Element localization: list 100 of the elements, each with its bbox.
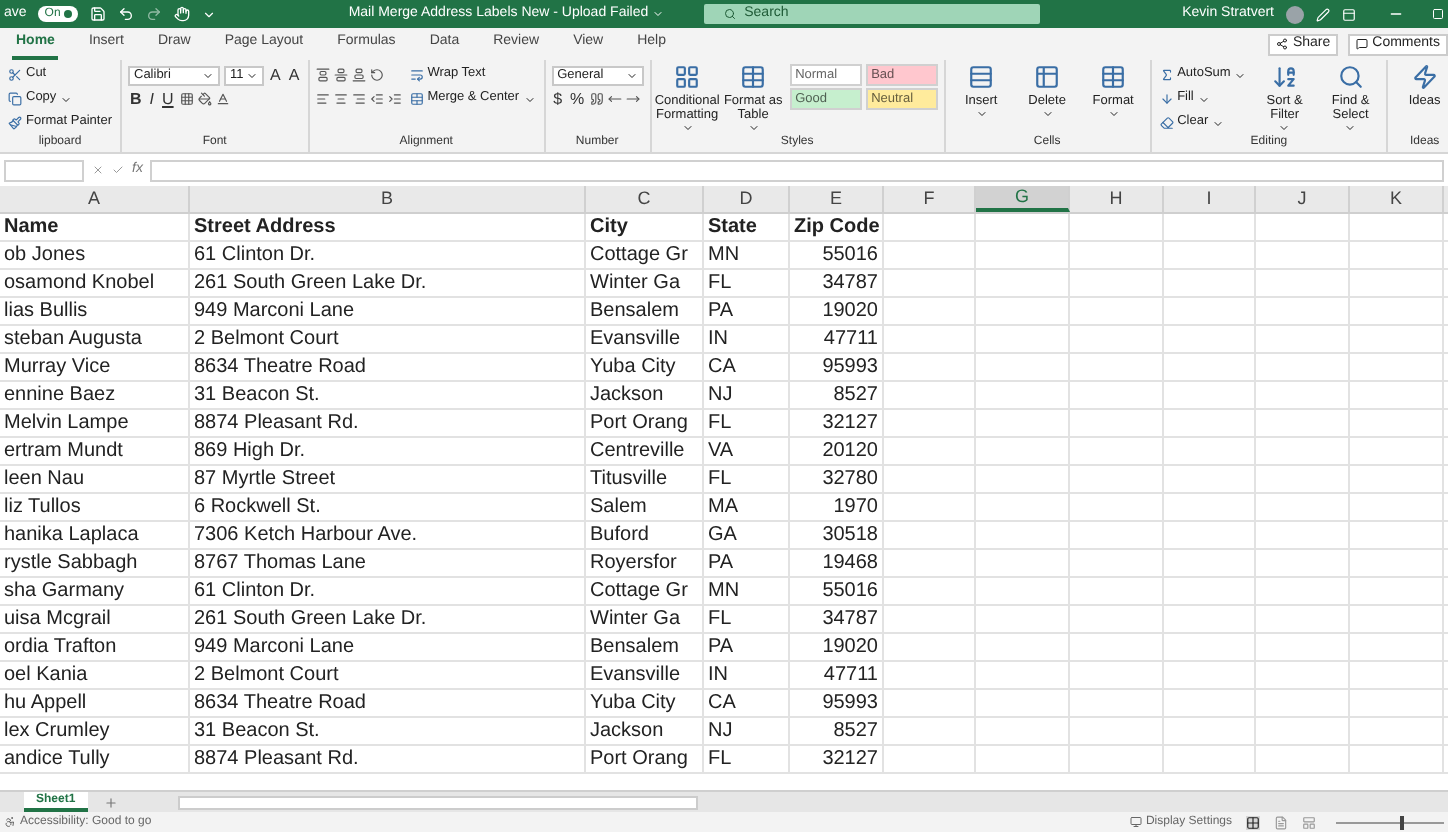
column-title: Zip Code <box>792 217 882 237</box>
horizontal-scrollbar[interactable] <box>177 795 698 809</box>
table-cell-text: 20120 <box>820 441 880 461</box>
table-cell-text: Yuba City <box>588 357 678 377</box>
table-cell-text: Evansville <box>588 329 683 349</box>
align-middle-icon[interactable] <box>333 68 348 82</box>
indent-decrease-icon[interactable] <box>369 92 384 106</box>
column-header[interactable]: A <box>0 186 190 212</box>
paintbrush-icon <box>8 116 22 130</box>
column-header[interactable]: G <box>976 186 1070 212</box>
align-bottom-icon[interactable] <box>351 68 366 82</box>
borders-icon[interactable] <box>179 92 194 106</box>
table-cell-text: ertram Mundt <box>2 441 125 461</box>
column-header[interactable]: E <box>790 186 884 212</box>
column-title: Street Address <box>192 217 338 237</box>
rotate-icon[interactable] <box>369 68 384 82</box>
save-icon[interactable] <box>90 6 107 22</box>
table-cell-text: NJ <box>706 385 735 405</box>
font-size-button[interactable]: A <box>268 67 283 83</box>
font-size-button[interactable]: A <box>286 67 302 83</box>
right-arrow-icon[interactable] <box>626 92 641 106</box>
table-cell-text: ordia Trafton <box>2 637 119 657</box>
table-cell-text: lias Bullis <box>2 301 90 321</box>
bold-button[interactable]: B <box>128 91 144 107</box>
grid-icon[interactable] <box>1246 815 1260 829</box>
grid-icon <box>674 64 701 90</box>
table-cell-text: Jackson <box>588 721 666 741</box>
column-header[interactable]: B <box>190 186 586 212</box>
table-cell-text: IN <box>706 665 730 685</box>
wrap-text-icon <box>409 68 424 82</box>
enter-icon[interactable] <box>112 164 124 176</box>
table-cell-text: CA <box>706 693 738 713</box>
table-cell-text: 869 High Dr. <box>192 441 308 461</box>
align-right-icon[interactable] <box>351 92 366 106</box>
table-cell-text: 19020 <box>820 637 880 657</box>
table-cell-text: 31 Beacon St. <box>192 721 322 741</box>
column-title: State <box>706 217 759 237</box>
table-cell-text: Murray Vice <box>2 357 113 377</box>
column-header[interactable]: D <box>704 186 790 212</box>
underline-button[interactable]: U <box>160 91 176 107</box>
table-cell-text: 261 South Green Lake Dr. <box>192 273 429 293</box>
table-cell-text: leen Nau <box>2 469 87 489</box>
indent-increase-icon[interactable] <box>387 92 402 106</box>
paint-bucket-icon[interactable] <box>197 92 212 106</box>
table-cell-text: 47711 <box>821 665 880 685</box>
table-cell-text: 949 Marconi Lane <box>192 637 357 657</box>
align-left-icon[interactable] <box>315 92 330 106</box>
table-cell-text: lex Crumley <box>2 721 112 741</box>
undo-icon[interactable] <box>118 6 135 22</box>
sort-icon <box>1271 64 1298 90</box>
lightning-icon <box>1411 64 1438 90</box>
table-cell-text: Jackson <box>588 385 666 405</box>
eraser-icon <box>1159 116 1174 130</box>
zoom-thumb[interactable] <box>1400 815 1405 829</box>
table-cell-text: MN <box>706 581 742 601</box>
caret-icon <box>625 69 638 81</box>
align-top-icon[interactable] <box>315 68 330 82</box>
pen-icon[interactable] <box>1316 7 1330 21</box>
sigma-icon <box>1159 68 1174 82</box>
formula-field[interactable] <box>150 159 1444 181</box>
currency-button[interactable]: $ <box>551 91 565 107</box>
caret-icon[interactable] <box>652 8 665 20</box>
table-cell-text: GA <box>706 525 739 545</box>
table-cell-text: PA <box>706 553 736 573</box>
table-cell-text: 19020 <box>820 301 880 321</box>
column-header[interactable]: K <box>1350 186 1444 212</box>
column-header[interactable]: C <box>586 186 704 212</box>
caret-icon <box>246 69 258 81</box>
table-cell-text: FL <box>706 469 734 489</box>
table-icon <box>740 64 767 90</box>
table-cell-text: hu Appell <box>2 693 89 713</box>
copy-icon <box>8 92 22 106</box>
align-center-icon[interactable] <box>333 92 348 106</box>
ribbon-display-icon[interactable] <box>1342 7 1356 21</box>
table-cell-text: 87 Myrtle Street <box>192 469 338 489</box>
hand-icon[interactable] <box>174 6 191 22</box>
column-header[interactable]: H <box>1070 186 1164 212</box>
table-cell-text: Royersfor <box>588 553 679 573</box>
italic-button[interactable]: I <box>147 91 157 107</box>
font-color-icon[interactable] <box>215 92 230 106</box>
customize-icon[interactable] <box>202 7 217 21</box>
page-icon[interactable] <box>1274 815 1288 829</box>
cancel-icon[interactable] <box>92 164 104 176</box>
table-cell-text: IN <box>706 329 730 349</box>
column-title: Name <box>2 217 61 237</box>
column-header[interactable]: I <box>1164 186 1256 212</box>
column-header[interactable]: J <box>1256 186 1350 212</box>
table-cell-text: 32127 <box>820 749 880 769</box>
table-cell-text: rystle Sabbagh <box>2 553 140 573</box>
table-cell-text: 95993 <box>820 357 880 377</box>
left-arrow-icon[interactable] <box>608 92 623 106</box>
table-cell-text: Buford <box>588 525 651 545</box>
table-cell-text: 2 Belmont Court <box>192 665 341 685</box>
restore-icon[interactable] <box>1432 8 1444 20</box>
table-cell-text: hanika Laplaca <box>2 525 141 545</box>
table-cell-text: sha Garmany <box>2 581 127 601</box>
table-cell-text: 32780 <box>820 469 880 489</box>
table-cell-text: VA <box>706 441 736 461</box>
comma-icon[interactable] <box>590 92 605 106</box>
percent-button[interactable]: % <box>568 91 587 107</box>
